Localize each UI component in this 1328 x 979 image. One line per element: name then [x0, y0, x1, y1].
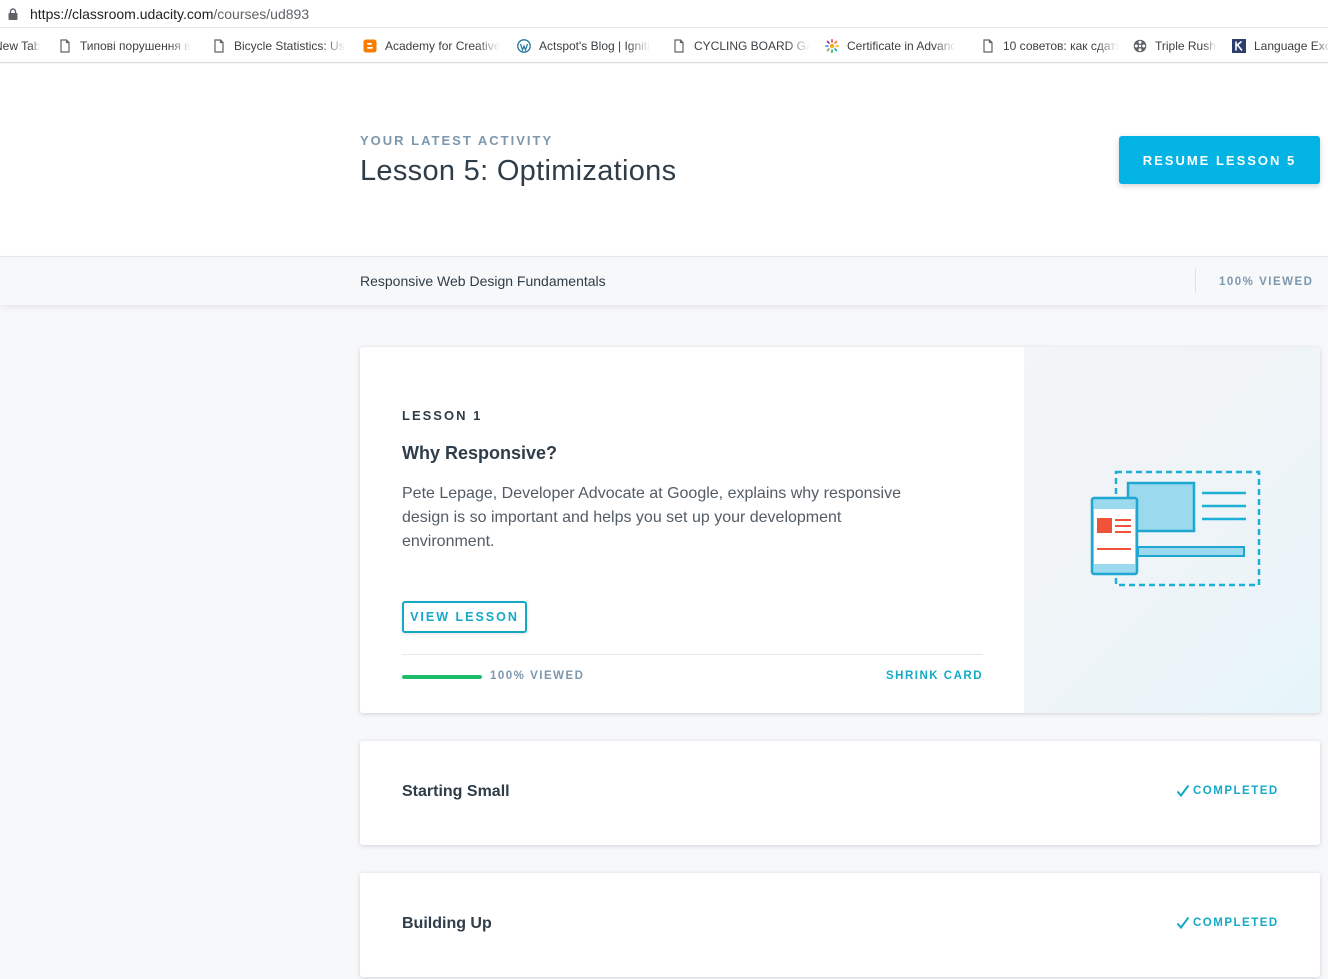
- bookmark-new-tab[interactable]: New Tab: [0, 37, 44, 55]
- k-icon: [1232, 39, 1246, 53]
- bookmark-label: Language Exc: [1254, 39, 1328, 53]
- url-path: /courses/ud893: [213, 6, 310, 22]
- bookmark-item[interactable]: CYCLING BOARD GAI: [672, 37, 810, 55]
- lesson-card-collapsed[interactable]: Building Up COMPLETED: [360, 873, 1320, 977]
- page-icon: [214, 39, 224, 53]
- course-viewed-status: 100% VIEWED: [1219, 276, 1314, 288]
- latest-activity-eyebrow: YOUR LATEST ACTIVITY: [360, 133, 554, 148]
- bookmark-item[interactable]: 10 советов: как сдать: [981, 37, 1119, 55]
- shrink-card-link[interactable]: SHRINK CARD: [886, 670, 983, 682]
- bookmark-label: 10 советов: как сдать: [1003, 39, 1119, 53]
- completed-label: COMPLETED: [1193, 917, 1279, 929]
- bookmark-item[interactable]: Типові порушення в: [58, 37, 193, 55]
- course-bar: Responsive Web Design Fundamentals 100% …: [0, 256, 1328, 305]
- check-icon: [1176, 784, 1190, 798]
- lesson-card: LESSON 1 Why Responsive? Pete Lepage, De…: [360, 347, 1320, 713]
- bookmark-label: Triple Rush: [1155, 39, 1216, 53]
- latest-activity-header: YOUR LATEST ACTIVITY Lesson 5: Optimizat…: [0, 64, 1328, 256]
- completed-status: COMPLETED: [1176, 784, 1279, 798]
- completed-label: COMPLETED: [1193, 785, 1279, 797]
- lesson-title: Why Responsive?: [402, 443, 558, 463]
- lesson-number: LESSON 1: [402, 408, 483, 423]
- divider: [1195, 269, 1196, 293]
- bookmark-item[interactable]: Actspot's Blog | Igniti: [517, 37, 655, 55]
- progress-bar: [402, 675, 482, 679]
- bookmarks-bar: New Tab Типові порушення в Bicycle Stati…: [0, 28, 1328, 63]
- bookmark-label: New Tab: [0, 39, 41, 53]
- latest-lesson-title: Lesson 5: Optimizations: [360, 155, 677, 187]
- progress-label: 100% VIEWED: [490, 670, 585, 682]
- bookmark-label: Actspot's Blog | Igniti: [539, 39, 650, 53]
- sunburst-icon: [825, 39, 839, 53]
- url-text[interactable]: https://classroom.udacity.com/courses/ud…: [30, 6, 309, 22]
- bookmark-label: Bicycle Statistics: Usa: [234, 39, 346, 53]
- bookmark-label: CYCLING BOARD GAI: [694, 39, 810, 53]
- lesson-illustration-panel: [1024, 347, 1320, 713]
- url-host: https://classroom.udacity.com: [30, 6, 214, 22]
- bookmark-item[interactable]: Triple Rush: [1133, 37, 1223, 55]
- course-name: Responsive Web Design Fundamentals: [360, 273, 606, 289]
- resume-lesson-button[interactable]: RESUME LESSON 5: [1119, 136, 1320, 184]
- bookmark-item[interactable]: Academy for Creative: [363, 37, 501, 55]
- page-icon: [60, 39, 70, 53]
- lesson-description: Pete Lepage, Developer Advocate at Googl…: [402, 485, 901, 550]
- bookmark-label: Certificate in Advanc: [847, 39, 957, 53]
- check-icon: [1176, 916, 1190, 930]
- bookmark-item[interactable]: Language Exc: [1232, 37, 1328, 55]
- address-bar[interactable]: https://classroom.udacity.com/courses/ud…: [0, 0, 1328, 28]
- completed-status: COMPLETED: [1176, 916, 1279, 930]
- progress-bar-fill: [402, 675, 482, 679]
- view-lesson-button[interactable]: VIEW LESSON: [402, 601, 527, 633]
- lesson-card-collapsed[interactable]: Starting Small COMPLETED: [360, 741, 1320, 845]
- wordpress-icon: [517, 39, 531, 53]
- lesson-title: Starting Small: [402, 783, 510, 800]
- responsive-devices-illustration: [1090, 470, 1261, 587]
- blogger-icon: [363, 39, 377, 53]
- bookmark-label: Типові порушення в: [80, 39, 191, 53]
- bookmark-label: Academy for Creative: [385, 39, 501, 53]
- page-icon: [983, 39, 993, 53]
- lesson-title: Building Up: [402, 915, 492, 932]
- page-icon: [674, 39, 684, 53]
- reel-icon: [1133, 39, 1147, 53]
- lock-icon: [8, 8, 18, 20]
- divider: [402, 654, 983, 655]
- bookmark-item[interactable]: Certificate in Advanc: [825, 37, 965, 55]
- bookmark-item[interactable]: Bicycle Statistics: Usa: [212, 37, 346, 55]
